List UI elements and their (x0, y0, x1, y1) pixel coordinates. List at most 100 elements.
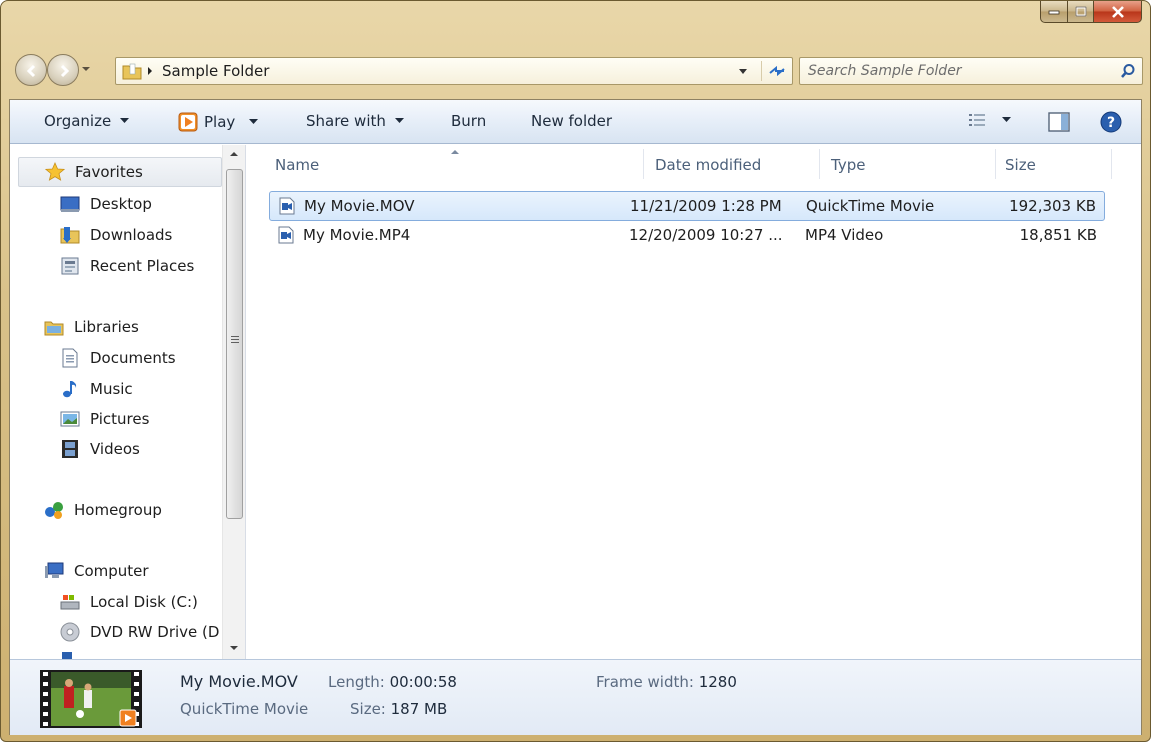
file-name: My Movie.MP4 (303, 226, 411, 244)
nav-pictures[interactable]: Pictures (60, 404, 149, 434)
explorer-content: Organize Play Share with Burn New folder… (9, 99, 1142, 735)
address-dropdown-icon[interactable] (738, 68, 748, 75)
maximize-icon (1075, 6, 1086, 17)
recent-pages-chevron-icon[interactable] (81, 65, 91, 73)
caption-buttons (1040, 1, 1142, 23)
file-list: Name Date modified Type Size My Movie.MO… (247, 145, 1141, 659)
column-divider[interactable] (819, 149, 820, 179)
column-label: Name (275, 156, 320, 174)
video-file-icon (278, 226, 294, 244)
share-with-button[interactable]: Share with (306, 112, 404, 130)
organize-label: Organize (44, 112, 112, 130)
size-field: Size: 187 MB (350, 700, 447, 718)
scroll-up-icon[interactable] (229, 151, 239, 157)
file-row[interactable]: My Movie.MOV 11/21/2009 1:28 PM QuickTim… (269, 191, 1105, 221)
hard-drive-icon (60, 592, 80, 612)
organize-button[interactable]: Organize (44, 112, 130, 130)
length-value[interactable]: 00:00:58 (390, 673, 457, 691)
computer-icon (44, 561, 64, 581)
nav-scrollbar[interactable] (222, 145, 245, 659)
nav-homegroup[interactable]: Homegroup (44, 495, 162, 525)
column-header-type[interactable]: Type (831, 145, 991, 185)
nav-label: Pictures (90, 410, 150, 428)
play-icon (178, 112, 198, 132)
column-divider[interactable] (643, 149, 644, 179)
details-view-icon (969, 114, 985, 126)
breadcrumb-sample-folder[interactable]: Sample Folder (162, 62, 269, 80)
search-box[interactable] (799, 57, 1143, 85)
star-icon (45, 162, 65, 182)
nav-libraries[interactable]: Libraries (44, 312, 139, 342)
back-button[interactable] (15, 54, 47, 86)
length-label: Length: (328, 673, 385, 691)
new-folder-button[interactable]: New folder (531, 112, 612, 130)
chevron-down-icon (249, 119, 259, 124)
nav-music[interactable]: Music (60, 374, 133, 404)
nav-favorites[interactable]: Favorites (18, 157, 222, 187)
homegroup-icon (44, 500, 64, 520)
dvd-disc-icon (60, 622, 80, 642)
navigation-pane: Favorites Desktop Downloads Recent Place… (10, 145, 246, 659)
back-arrow-icon (26, 64, 36, 78)
scroll-grip-icon (231, 336, 239, 343)
nav-downloads[interactable]: Downloads (60, 220, 172, 250)
search-input[interactable] (808, 61, 1098, 81)
size-value: 187 MB (390, 700, 448, 718)
forward-arrow-icon (60, 64, 70, 78)
column-header-size[interactable]: Size (1005, 145, 1105, 185)
video-thumbnail (40, 670, 142, 728)
help-icon[interactable]: ? (1100, 111, 1122, 133)
address-bar[interactable]: Sample Folder (115, 57, 793, 85)
column-header-date[interactable]: Date modified (655, 145, 819, 185)
nav-documents[interactable]: Documents (60, 343, 176, 373)
documents-icon (60, 348, 80, 368)
recent-places-icon (60, 256, 80, 276)
scroll-down-icon[interactable] (229, 645, 239, 651)
maximize-button[interactable] (1068, 1, 1094, 23)
burn-button[interactable]: Burn (451, 112, 486, 130)
film-strip-icon (60, 439, 80, 459)
nav-dvd-drive[interactable]: DVD RW Drive (D (60, 617, 219, 647)
chevron-down-icon (1002, 117, 1011, 122)
details-pane: My Movie.MOV QuickTime Movie Length: 00:… (10, 659, 1141, 735)
size-label: Size: (350, 700, 386, 718)
refresh-button[interactable] (761, 61, 791, 81)
scroll-thumb[interactable] (226, 169, 243, 519)
frame-width-value[interactable]: 1280 (699, 673, 737, 691)
nav-label: Music (90, 380, 133, 398)
nav-label: DVD RW Drive (D (90, 623, 220, 641)
close-button[interactable] (1094, 1, 1142, 23)
selected-file-name: My Movie.MOV (180, 672, 298, 691)
svg-text:?: ? (1107, 115, 1115, 131)
nav-desktop[interactable]: Desktop (60, 189, 152, 219)
search-icon[interactable] (1120, 63, 1136, 79)
column-label: Date modified (655, 156, 762, 174)
nav-computer[interactable]: Computer (44, 556, 149, 586)
nav-label: Documents (90, 349, 176, 367)
sort-ascending-icon (451, 150, 459, 154)
file-date: 12/20/2009 10:27 ... (629, 226, 783, 244)
file-date: 11/21/2009 1:28 PM (630, 197, 782, 215)
play-button[interactable]: Play (178, 112, 259, 132)
file-row[interactable]: My Movie.MP4 12/20/2009 10:27 ... MP4 Vi… (269, 221, 1105, 251)
minimize-button[interactable] (1040, 1, 1068, 23)
column-divider[interactable] (1111, 149, 1112, 179)
change-view-button[interactable] (968, 113, 1011, 127)
nav-label: Homegroup (74, 501, 162, 519)
frame-width-field: Frame width: 1280 (596, 673, 737, 691)
play-label: Play (204, 113, 236, 131)
downloads-folder-icon (60, 225, 80, 245)
nav-recent-places[interactable]: Recent Places (60, 251, 194, 281)
length-field: Length: 00:00:58 (328, 673, 457, 691)
preview-pane-icon[interactable] (1048, 112, 1070, 132)
file-type: QuickTime Movie (806, 197, 935, 215)
nav-label: Local Disk (C:) (90, 593, 198, 611)
file-type: MP4 Video (805, 226, 884, 244)
breadcrumb-chevron-icon[interactable] (146, 66, 154, 76)
drive-icon (60, 647, 80, 659)
nav-local-disk[interactable]: Local Disk (C:) (60, 587, 198, 617)
pictures-icon (60, 409, 80, 429)
forward-button[interactable] (47, 54, 79, 86)
column-divider[interactable] (995, 149, 996, 179)
nav-videos[interactable]: Videos (60, 434, 140, 464)
